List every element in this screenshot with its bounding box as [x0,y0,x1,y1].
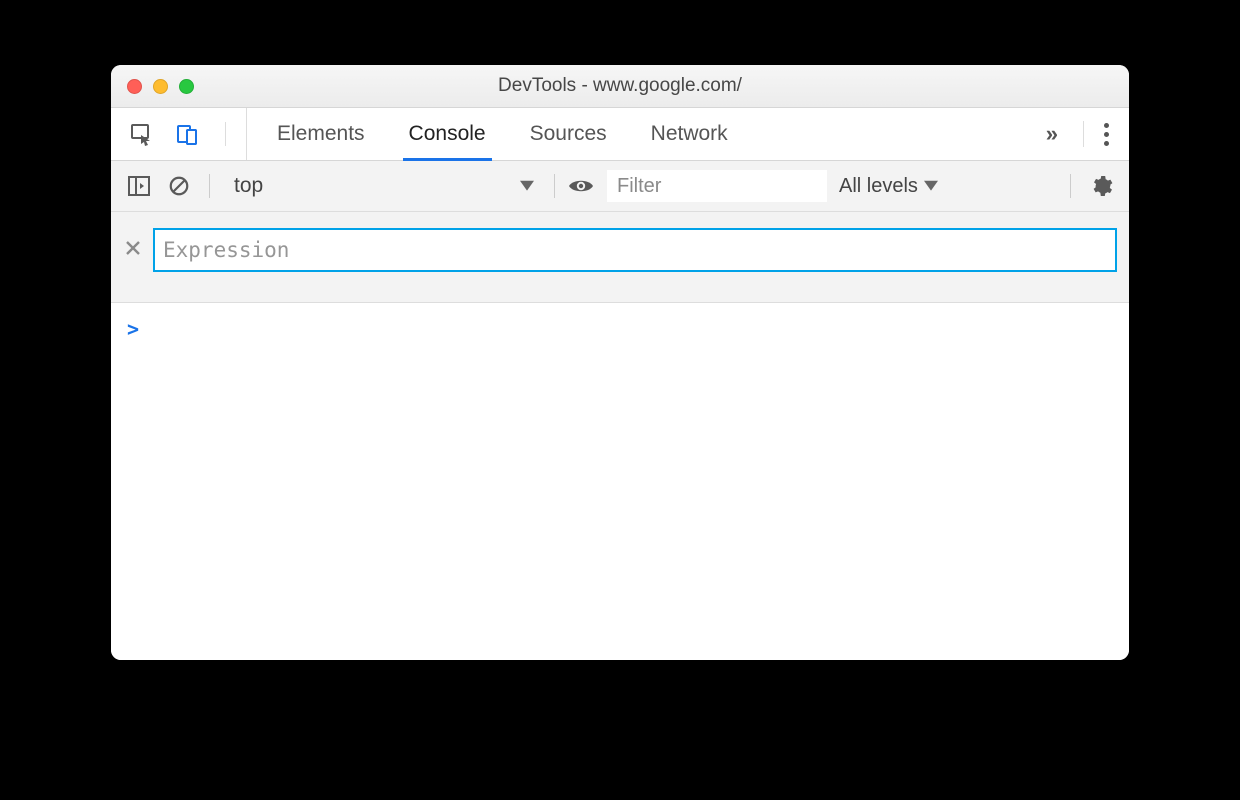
device-toolbar-icon[interactable] [173,120,201,148]
devtools-window: DevTools - www.google.com/ Elements [111,65,1129,660]
dropdown-caret-icon [924,175,938,198]
live-expression-row [111,212,1129,303]
separator [1083,121,1084,147]
execution-context-label: top [234,174,263,198]
window-title: DevTools - www.google.com/ [111,75,1129,97]
tab-network[interactable]: Network [651,108,728,160]
console-settings-gear-icon[interactable] [1087,172,1115,200]
tab-console[interactable]: Console [409,108,486,160]
inspect-element-icon[interactable] [127,120,155,148]
tabs-list: Elements Console Sources Network [247,108,758,160]
live-expression-eye-icon[interactable] [567,172,595,200]
console-filter-input[interactable] [607,170,827,202]
tabs-right-tools: » [1024,108,1129,160]
window-zoom-button[interactable] [179,79,194,94]
window-titlebar: DevTools - www.google.com/ [111,65,1129,108]
execution-context-selector[interactable]: top [226,169,542,203]
separator [209,174,210,198]
console-toolbar: top All levels [111,161,1129,212]
separator [1070,174,1071,198]
dropdown-caret-icon [520,174,534,198]
tabs-left-tools [111,108,247,160]
live-expression-input[interactable] [153,228,1117,272]
log-levels-label: All levels [839,175,918,198]
clear-console-icon[interactable] [165,172,193,200]
devtools-tabs-row: Elements Console Sources Network » [111,108,1129,161]
overflow-tabs-button[interactable]: » [1038,121,1063,147]
tab-elements[interactable]: Elements [277,108,365,160]
console-sidebar-toggle-icon[interactable] [125,172,153,200]
window-minimize-button[interactable] [153,79,168,94]
tab-sources[interactable]: Sources [530,108,607,160]
console-prompt-caret: > [127,317,139,341]
traffic-lights [111,79,194,94]
separator [225,122,226,146]
window-close-button[interactable] [127,79,142,94]
log-levels-selector[interactable]: All levels [839,175,938,198]
close-icon[interactable] [123,240,143,261]
separator [554,174,555,198]
console-output-area[interactable]: > [111,303,1129,660]
more-menu-button[interactable] [1098,123,1115,146]
